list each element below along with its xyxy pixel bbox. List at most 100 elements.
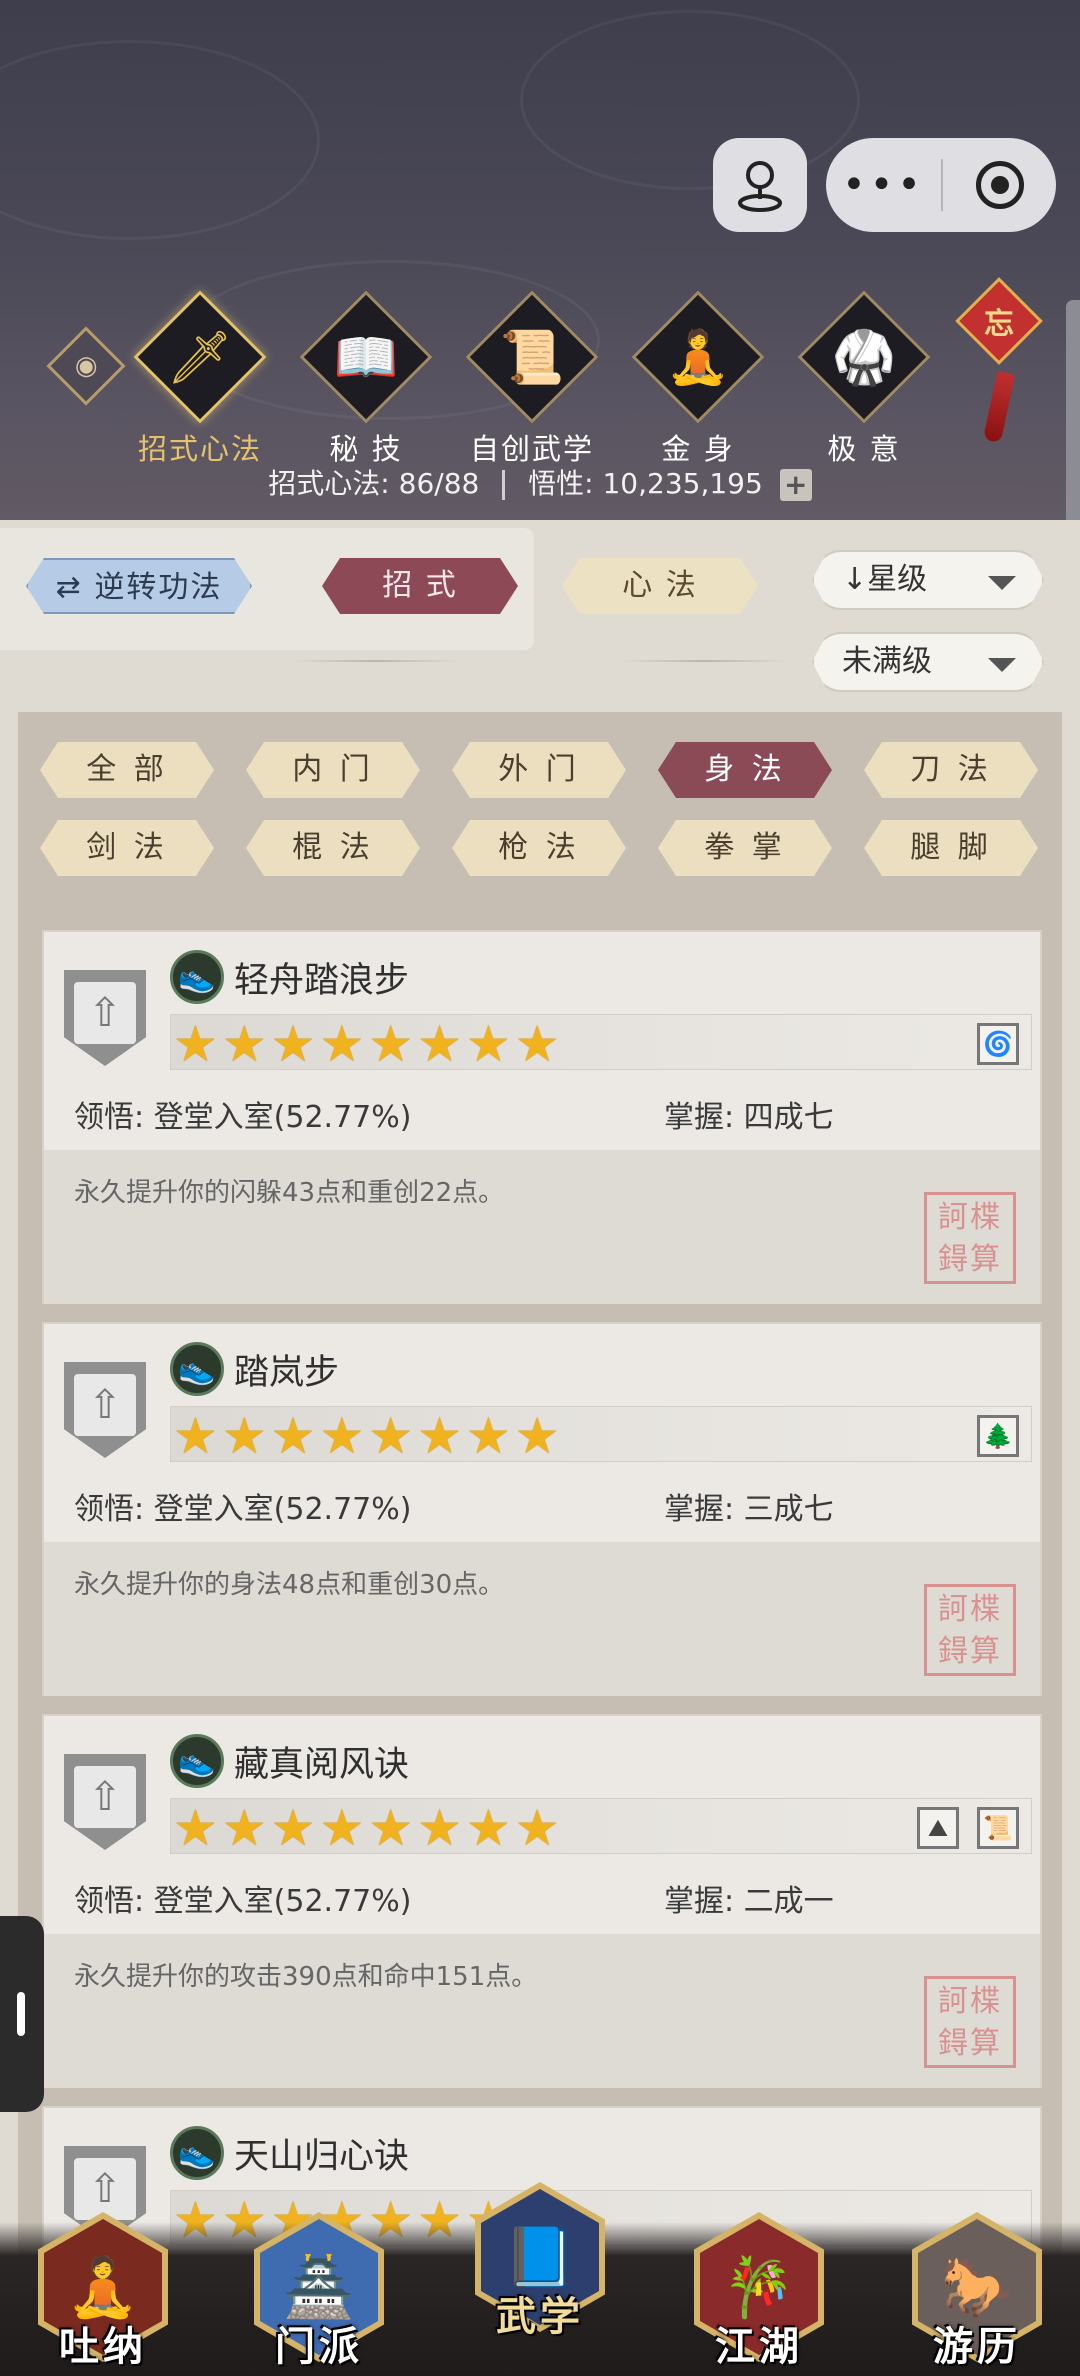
movement-skill-icon: 👟 xyxy=(170,2126,224,2180)
mountain-badge-icon: ⛰ xyxy=(917,1807,959,1849)
nav-martial-arts[interactable]: 📘 武学 xyxy=(465,2182,615,2346)
knot-char: 忘 xyxy=(984,307,1014,342)
sword-icon: 🗡 xyxy=(166,327,234,388)
mini-program-capsule: ••• xyxy=(826,138,1056,232)
category-outer[interactable]: 外 门 xyxy=(452,742,626,798)
category-leg[interactable]: 腿 脚 xyxy=(864,820,1038,876)
seal-stamp: 訶楪 鍀算 xyxy=(924,1976,1016,2068)
upgrade-badge[interactable]: ⇧ xyxy=(64,970,146,1066)
category-staff[interactable]: 棍 法 xyxy=(246,820,420,876)
divider-ornament xyxy=(620,660,790,662)
upgrade-badge[interactable]: ⇧ xyxy=(64,1362,146,1458)
skill-card[interactable]: ⇧ 👟 踏岚步 ★★★★★★★★ 🌲 领悟: 登堂入室(52.77%) 掌握: … xyxy=(42,1322,1042,1696)
scroll-icon: 📜 xyxy=(499,327,565,388)
bottom-navigation: 🧘 吐纳 🏯 门派 📘 武学 🎋 江湖 🐎 游历 xyxy=(0,2182,1080,2376)
nav-travel[interactable]: 🐎 游历 xyxy=(902,2212,1052,2376)
movement-skill-icon: 👟 xyxy=(170,1734,224,1788)
skill-description: 永久提升你的攻击390点和命中151点。 xyxy=(74,1962,538,1992)
book-icon: 📖 xyxy=(333,327,399,388)
category-movement[interactable]: 身 法 xyxy=(658,742,832,798)
comprehension-value: 登堂入室(52.77%) xyxy=(153,1884,412,1919)
skill-description: 永久提升你的闪躲43点和重创22点。 xyxy=(74,1178,505,1208)
nav-label: 游历 xyxy=(933,2324,1021,2370)
category-fist[interactable]: 拳 掌 xyxy=(658,820,832,876)
skill-card[interactable]: ⇧ 👟 轻舟踏浪步 ★★★★★★★★ 🌀 领悟: 登堂入室(52.77%) 掌握… xyxy=(42,930,1042,1304)
comprehension-value: 登堂入室(52.77%) xyxy=(153,1100,412,1135)
upgrade-badge[interactable]: ⇧ xyxy=(64,1754,146,1850)
up-arrow-icon: ⇧ xyxy=(74,982,136,1044)
skill-name: 藏真阅风诀 xyxy=(234,1745,410,1785)
swirl-badge-icon: 🌀 xyxy=(977,1023,1019,1065)
user-location-button[interactable] xyxy=(713,138,807,232)
scrollbar[interactable] xyxy=(1066,300,1080,520)
cloud-decoration xyxy=(0,40,320,240)
movement-skill-icon: 👟 xyxy=(170,1342,224,1396)
comprehension-value: 登堂入室(52.77%) xyxy=(153,1492,412,1527)
chevron-down-icon xyxy=(988,576,1016,590)
skill-card[interactable]: ⇧ 👟 藏真阅风诀 ★★★★★★★★ ⛰ 📜 领悟: 登堂入室(52.77%) … xyxy=(42,1714,1042,2088)
skill-name: 轻舟踏浪步 xyxy=(234,961,410,1001)
category-spear[interactable]: 枪 法 xyxy=(452,820,626,876)
scroll-badge-icon: 📜 xyxy=(977,1807,1019,1849)
stars: ★★★★★★★★ xyxy=(173,1799,564,1857)
stats-bar: 招式心法: 86/88 悟性: 10,235,195 + xyxy=(0,462,1080,502)
reverse-skill-button[interactable]: ⇄ 逆转功法 xyxy=(26,558,252,614)
insight-label: 悟性: xyxy=(528,467,594,500)
nav-label: 江湖 xyxy=(715,2324,803,2370)
tab-ultimate[interactable]: 🥋 极 意 xyxy=(794,290,934,468)
mind-toggle[interactable]: 心 法 xyxy=(562,558,758,614)
up-arrow-icon: ⇧ xyxy=(74,2158,136,2220)
sort-value: ↓星级 xyxy=(842,562,928,597)
seal-stamp: 訶楪 鍀算 xyxy=(924,1192,1016,1284)
insight-value: 10,235,195 xyxy=(602,467,763,500)
user-pin-icon xyxy=(738,161,782,212)
up-arrow-icon: ⇧ xyxy=(74,1766,136,1828)
moves-value: 86/88 xyxy=(398,467,480,500)
eye-icon: ◉ xyxy=(74,351,98,381)
chinese-knot-button[interactable]: 忘 xyxy=(955,277,1043,365)
stars: ★★★★★★★★ xyxy=(173,1407,564,1465)
header: ••• ◉ 🗡 招式心法 📖 秘 技 📜 自创武学 🧘 金 身 🥋 极 意 忘 … xyxy=(0,0,1080,520)
nav-jianghu[interactable]: 🎋 江湖 xyxy=(684,2212,834,2376)
skill-description-area: 永久提升你的身法48点和重创30点。 訶楪 鍀算 xyxy=(44,1542,1040,1696)
side-drawer-handle[interactable] xyxy=(0,1916,44,2112)
skill-description-area: 永久提升你的闪躲43点和重创22点。 訶楪 鍀算 xyxy=(44,1150,1040,1304)
comprehension-label: 领悟: xyxy=(74,1492,145,1527)
category-inner[interactable]: 内 门 xyxy=(246,742,420,798)
moves-toggle[interactable]: 招 式 xyxy=(322,558,518,614)
nav-label: 武学 xyxy=(496,2294,584,2340)
knot-tassel xyxy=(982,370,1016,444)
category-all[interactable]: 全 部 xyxy=(40,742,214,798)
mode-switch-area: ⇄ 逆转功法 招 式 xyxy=(0,528,534,650)
skill-list-panel: 全 部 内 门 外 门 身 法 刀 法 剑 法 棍 法 枪 法 拳 掌 腿 脚 … xyxy=(18,712,1062,2376)
close-target-button[interactable] xyxy=(943,161,1056,209)
mastery-label: 掌握: xyxy=(664,1884,735,1919)
level-filter-select[interactable]: 未满级 xyxy=(812,632,1044,692)
top-tab-bar: 🗡 招式心法 📖 秘 技 📜 自创武学 🧘 金 身 🥋 极 意 xyxy=(130,290,950,466)
moves-label: 招式心法: xyxy=(268,467,390,500)
more-icon[interactable]: ••• xyxy=(826,138,941,232)
chevron-down-icon xyxy=(988,658,1016,672)
skill-description-area: 永久提升你的攻击390点和命中151点。 訶楪 鍀算 xyxy=(44,1934,1040,2088)
comprehension-label: 领悟: xyxy=(74,1100,145,1135)
category-sword[interactable]: 剑 法 xyxy=(40,820,214,876)
star-rating: ★★★★★★★★ 🌲 xyxy=(170,1406,1032,1462)
nav-sect[interactable]: 🏯 门派 xyxy=(244,2212,394,2376)
add-insight-button[interactable]: + xyxy=(779,469,812,501)
main-content: ⇄ 逆转功法 招 式 心 法 ↓星级 未满级 全 部 内 门 外 门 身 法 刀… xyxy=(0,520,1080,2376)
mastery-value: 三成七 xyxy=(743,1492,834,1527)
visibility-toggle[interactable]: ◉ xyxy=(46,326,126,406)
tab-golden-body[interactable]: 🧘 金 身 xyxy=(628,290,768,468)
filter-value: 未满级 xyxy=(842,644,932,679)
tab-moves-mind[interactable]: 🗡 招式心法 xyxy=(130,290,270,468)
star-rating: ★★★★★★★★ ⛰ 📜 xyxy=(170,1798,1032,1854)
category-blade[interactable]: 刀 法 xyxy=(864,742,1038,798)
comprehension-label: 领悟: xyxy=(74,1884,145,1919)
tab-secret-skill[interactable]: 📖 秘 技 xyxy=(296,290,436,468)
cloud-decoration xyxy=(520,10,860,190)
nav-label: 门派 xyxy=(275,2324,363,2370)
nav-breathing[interactable]: 🧘 吐纳 xyxy=(28,2212,178,2376)
tab-self-created[interactable]: 📜 自创武学 xyxy=(462,290,602,468)
sort-select[interactable]: ↓星级 xyxy=(812,550,1044,610)
martial-pose-icon: 🥋 xyxy=(831,327,897,388)
